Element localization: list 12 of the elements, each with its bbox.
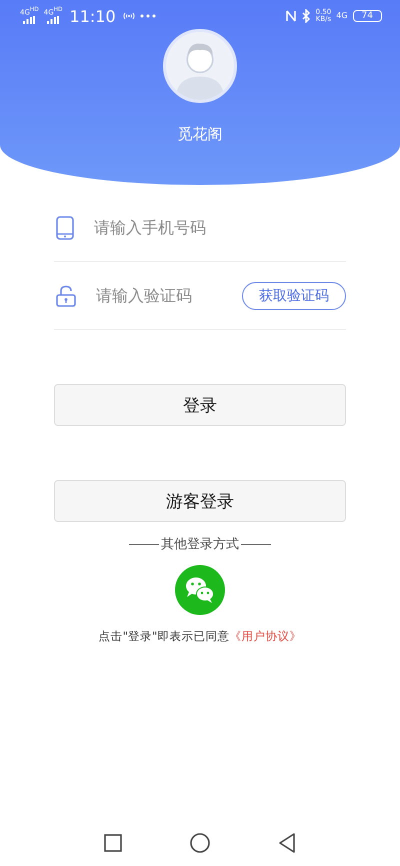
guest-login-button[interactable]: 游客登录	[54, 480, 346, 522]
other-login-title: 其他登录方式	[161, 536, 239, 553]
battery-icon: 74	[352, 10, 382, 22]
clock-time: 11:10	[70, 6, 116, 26]
profile-name: 觅花阁	[178, 125, 222, 144]
login-button[interactable]: 登录	[54, 384, 346, 426]
user-agreement-link[interactable]: 《用户协议》	[229, 629, 302, 643]
mobile-data-label: 4G	[336, 12, 348, 20]
agreement-text: 点击"登录"即表示已同意《用户协议》	[98, 629, 302, 644]
code-input-field[interactable]: 请输入验证码	[96, 286, 242, 305]
get-code-button[interactable]: 获取验证码	[242, 282, 346, 310]
phone-input-field[interactable]: 请输入手机号码	[94, 218, 346, 237]
